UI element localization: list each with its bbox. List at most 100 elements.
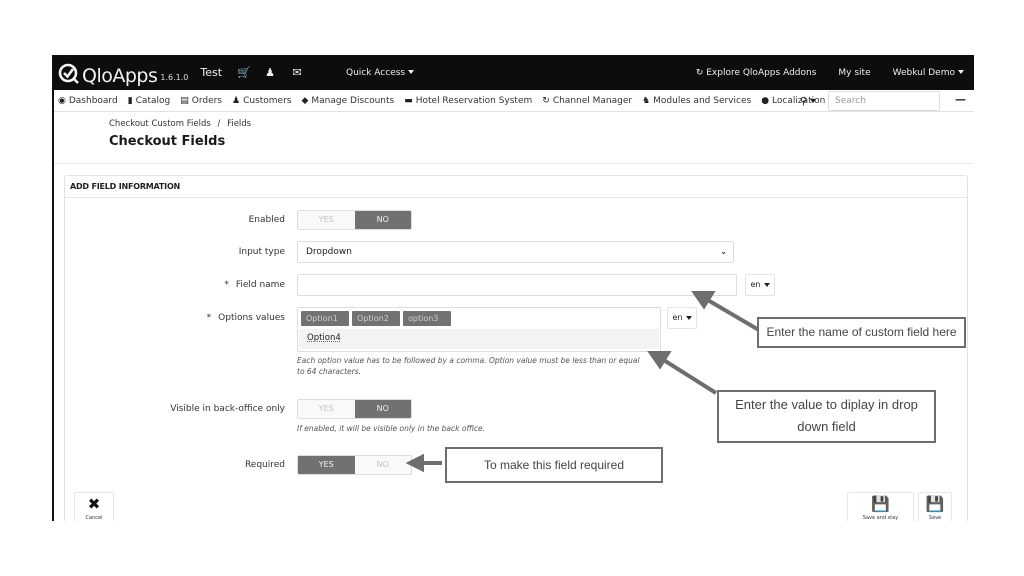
panel-heading: ADD FIELD INFORMATION [65, 176, 967, 198]
menu-item-manage-discounts[interactable]: ◆ Manage Discounts [301, 96, 394, 106]
floppy-disk-icon: 💾 [871, 495, 890, 513]
options-values-label-text: Options values [218, 313, 285, 323]
menu-collapse-button[interactable]: — [955, 93, 966, 106]
app-window: QloApps 1.6.1.0 Test 🛒 ♟ ✉ Quick Access … [52, 55, 974, 521]
brand-version: 1.6.1.0 [160, 72, 189, 82]
search-input[interactable]: Search [828, 91, 940, 111]
field-name-input[interactable] [297, 274, 737, 296]
brand-logo[interactable]: QloApps 1.6.1.0 [58, 58, 188, 88]
user-menu-label: Webkul Demo [892, 67, 955, 78]
required-switch[interactable]: YES NO [297, 455, 412, 475]
cart-icon[interactable]: 🛒 [237, 66, 251, 79]
menu-item-hotel-reservation[interactable]: ▬ Hotel Reservation System [404, 96, 532, 106]
menu-item-dashboard[interactable]: ◉ Dashboard [58, 96, 118, 106]
input-type-select[interactable]: Dropdown ⌄ [297, 241, 734, 263]
page-header: Checkout Custom Fields / Fields Checkout… [54, 112, 974, 164]
visible-back-office-label: Visible in back-office only [170, 404, 285, 414]
save-label: Save [928, 515, 942, 521]
caret-down-icon [685, 315, 692, 320]
options-language-dropdown[interactable]: en [667, 307, 697, 329]
menu-label: Orders [191, 95, 222, 106]
visible-yes-option[interactable]: YES [298, 400, 355, 418]
explore-addons-link[interactable]: ↻ Explore QloApps Addons [696, 68, 817, 78]
my-site-link[interactable]: My site [838, 68, 870, 78]
globe-icon: ● [761, 95, 770, 106]
bed-icon: ▬ [404, 95, 413, 106]
options-help-text: Each option value has to be followed by … [297, 356, 640, 376]
enabled-yes-option[interactable]: YES [298, 211, 355, 229]
options-tag-input[interactable]: Option1 Option2 option3 Option4 [297, 307, 661, 352]
users-icon: ♟ [232, 95, 241, 106]
menu-label: Customers [243, 95, 292, 106]
main-menu: ◉ Dashboard ▮ Catalog ▤ Orders ♟ Customers ◆… [54, 90, 974, 112]
top-bar: QloApps 1.6.1.0 Test 🛒 ♟ ✉ Quick Access … [54, 55, 974, 90]
save-button[interactable]: 💾 Save [918, 492, 952, 521]
puzzle-outline-icon: ↻ [695, 67, 707, 78]
shop-name-link[interactable]: Test [200, 66, 222, 79]
input-type-label: Input type [238, 247, 285, 257]
envelope-icon[interactable]: ✉ [291, 66, 303, 79]
field-name-language-dropdown[interactable]: en [745, 274, 775, 296]
required-asterisk: * [224, 280, 229, 290]
cancel-label: Cancel [85, 515, 103, 521]
option-tag[interactable]: option3 [403, 311, 451, 326]
visible-help-text: If enabled, it will be visible only in t… [297, 424, 486, 433]
annotation-required: To make this field required [445, 447, 663, 483]
search-type-dropdown[interactable]: ⚲ [800, 96, 828, 107]
caret-down-icon [408, 70, 415, 74]
puzzle-icon: ♞ [642, 95, 651, 106]
explore-addons-label: Explore QloApps Addons [706, 67, 817, 78]
menu-item-channel-manager[interactable]: ↻ Channel Manager [542, 96, 632, 106]
dashboard-icon: ◉ [58, 95, 66, 106]
close-icon: ✖ [87, 495, 101, 513]
tag-suggestion[interactable]: Option4 [299, 329, 659, 349]
search-group: ⚲ Search [800, 91, 940, 111]
enabled-no-option[interactable]: NO [354, 211, 411, 229]
option-tag[interactable]: Option1 [301, 311, 349, 326]
caret-down-icon [958, 70, 964, 74]
visible-no-option[interactable]: NO [354, 400, 411, 418]
enabled-label: Enabled [248, 215, 285, 225]
menu-label: Modules and Services [653, 95, 752, 106]
credit-card-icon: ▤ [180, 95, 189, 106]
language-label: en [672, 313, 683, 322]
caret-down-icon [810, 98, 817, 103]
language-label: en [750, 280, 761, 289]
field-name-label: * Field name [224, 280, 285, 290]
menu-label: Channel Manager [552, 95, 633, 106]
menu-item-modules[interactable]: ♞ Modules and Services [642, 96, 751, 106]
input-type-value: Dropdown [306, 247, 352, 257]
save-and-stay-button[interactable]: 💾 Save and stay [847, 492, 914, 521]
enabled-switch[interactable]: YES NO [297, 210, 412, 230]
required-no-option[interactable]: NO [354, 456, 411, 474]
breadcrumb-item: Fields [227, 119, 252, 129]
annotation-field-name: Enter the name of custom field here [757, 317, 966, 348]
page-title: Checkout Fields [109, 134, 226, 149]
breadcrumb-separator: / [217, 119, 221, 129]
save-and-stay-label: Save and stay [862, 515, 899, 521]
options-values-label: * Options values [207, 313, 285, 323]
cancel-button[interactable]: ✖ Cancel [74, 492, 114, 521]
user-icon[interactable]: ♟ [264, 66, 276, 79]
visible-back-office-switch[interactable]: YES NO [297, 399, 412, 419]
menu-item-customers[interactable]: ♟ Customers [232, 96, 291, 106]
menu-item-catalog[interactable]: ▮ Catalog [128, 96, 171, 106]
required-yes-option[interactable]: YES [298, 456, 355, 474]
option-tag[interactable]: Option2 [352, 311, 400, 326]
floppy-disk-icon: 💾 [925, 495, 945, 513]
caret-down-icon [763, 282, 770, 287]
field-name-label-text: Field name [235, 280, 285, 290]
refresh-icon: ↻ [542, 95, 550, 106]
required-label: Required [244, 460, 285, 470]
search-icon: ⚲ [800, 95, 808, 107]
suggestion-text: Option4 [307, 333, 341, 343]
tag-list: Option1 Option2 option3 [301, 311, 451, 326]
breadcrumb-item[interactable]: Checkout Custom Fields [109, 119, 211, 129]
menu-label: Catalog [135, 95, 171, 106]
quick-access-dropdown[interactable]: Quick Access [346, 68, 415, 78]
menu-label: Dashboard [68, 95, 118, 106]
user-menu-dropdown[interactable]: Webkul Demo [893, 68, 964, 78]
menu-item-orders[interactable]: ▤ Orders [180, 96, 222, 106]
qloapps-logo-icon [58, 63, 80, 85]
annotation-options: Enter the value to diplay in drop down f… [717, 390, 936, 443]
